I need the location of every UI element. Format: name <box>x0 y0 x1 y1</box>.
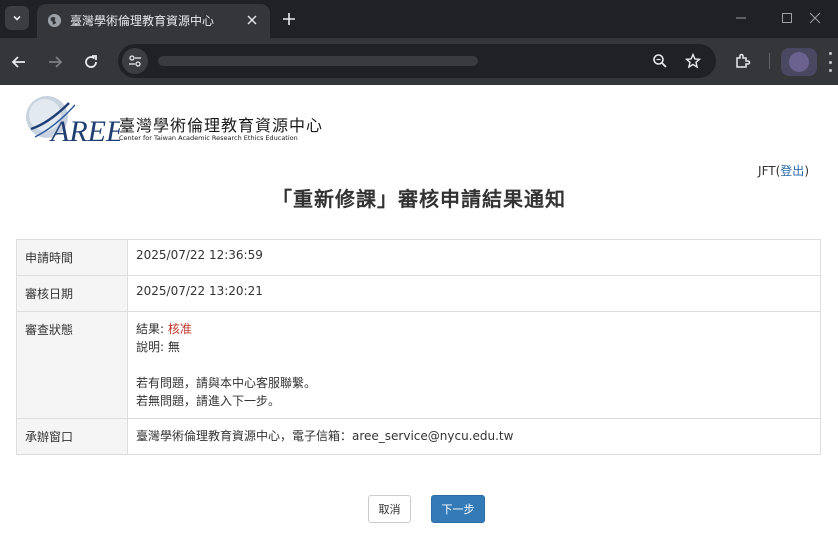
table-row: 審查狀態 結果: 核准 說明: 無 若有問題，請與本中心客服聯繫。 若無問題，請… <box>16 311 821 419</box>
table-row: 承辦窗口 臺灣學術倫理教育資源中心，電子信箱：aree_service@nycu… <box>16 418 821 455</box>
review-result-table: 申請時間 2025/07/22 12:36:59 審核日期 2025/07/22… <box>16 239 821 455</box>
site-info-button[interactable] <box>122 48 148 74</box>
user-area: JFT(登出) <box>758 162 809 179</box>
bookmark-button[interactable] <box>683 51 703 71</box>
profile-button[interactable] <box>781 48 817 76</box>
status-label: 審查狀態 <box>16 311 128 419</box>
table-row: 申請時間 2025/07/22 12:36:59 <box>16 239 821 276</box>
chevron-down-icon <box>13 15 21 21</box>
site-name-en: Center for Taiwan Academic Research Ethi… <box>119 134 298 142</box>
note-prefix: 說明: <box>136 340 168 354</box>
toolbar-separator <box>769 53 770 69</box>
minimize-icon <box>736 17 746 19</box>
tab-close-button[interactable] <box>243 11 261 29</box>
reload-button[interactable] <box>79 50 103 74</box>
forward-button[interactable] <box>43 50 67 74</box>
aree-logo-icon: AREE <box>26 96 120 145</box>
logout-link[interactable]: 登出 <box>780 164 804 178</box>
review-date-value: 2025/07/22 13:20:21 <box>127 275 821 312</box>
tab-search-button[interactable] <box>5 6 29 30</box>
minimize-button[interactable] <box>718 0 764 36</box>
note-value: 無 <box>167 340 180 354</box>
result-value: 核准 <box>167 322 192 336</box>
apply-time-value: 2025/07/22 12:36:59 <box>127 239 821 276</box>
user-name: JFT <box>758 164 776 178</box>
next-step-button[interactable]: 下一步 <box>431 495 485 523</box>
close-window-button[interactable] <box>792 0 838 36</box>
contact-label: 承辦窗口 <box>16 418 128 455</box>
back-button[interactable] <box>7 50 31 74</box>
star-icon <box>685 53 701 69</box>
puzzle-icon <box>736 53 751 68</box>
arrow-left-icon <box>11 56 25 68</box>
zoom-icon <box>653 54 667 68</box>
avatar <box>789 52 809 72</box>
browser-menu-button[interactable] <box>826 52 834 72</box>
globe-icon <box>47 13 62 28</box>
review-date-label: 審核日期 <box>16 275 128 312</box>
zoom-button[interactable] <box>650 51 670 71</box>
dot-icon <box>828 52 832 55</box>
logo-text: AREE <box>49 115 120 145</box>
plus-icon <box>283 13 295 25</box>
contact-value: 臺灣學術倫理教育資源中心，電子信箱：aree_service@nycu.edu.… <box>127 418 821 455</box>
status-detail: 結果: 核准 說明: 無 若有問題，請與本中心客服聯繫。 若無問題，請進入下一步… <box>127 311 821 419</box>
arrow-right-icon <box>49 56 63 68</box>
page-title: 「重新修課」審核申請結果通知 <box>272 187 566 211</box>
site-name-zh: 臺灣學術倫理教育資源中心 <box>119 116 324 135</box>
reload-icon <box>85 55 97 68</box>
apply-time-label: 申請時間 <box>16 239 128 276</box>
browser-toolbar <box>0 38 838 85</box>
table-row: 審核日期 2025/07/22 13:20:21 <box>16 275 821 312</box>
tab-title: 臺灣學術倫理教育資源中心 <box>70 14 215 28</box>
dot-icon <box>828 69 832 72</box>
tune-icon <box>129 55 141 67</box>
close-icon <box>809 12 821 24</box>
extensions-button[interactable] <box>732 50 754 72</box>
browser-tabstrip: 臺灣學術倫理教育資源中心 <box>0 0 838 38</box>
close-icon <box>247 15 257 25</box>
message-question: 若有問題，請與本中心客服聯繫。 <box>136 376 317 390</box>
new-tab-button[interactable] <box>278 8 300 30</box>
message-no-question: 若無問題，請進入下一步。 <box>136 394 281 408</box>
note-line: 說明: 無 <box>136 338 812 356</box>
url-text <box>158 56 478 66</box>
browser-tab[interactable]: 臺灣學術倫理教育資源中心 <box>37 4 270 38</box>
address-bar[interactable] <box>118 44 716 78</box>
close-paren: ) <box>804 164 809 178</box>
dot-icon <box>828 60 832 64</box>
result-line: 結果: 核准 <box>136 320 812 338</box>
cancel-button[interactable]: 取消 <box>368 495 411 523</box>
result-prefix: 結果: <box>136 322 168 336</box>
